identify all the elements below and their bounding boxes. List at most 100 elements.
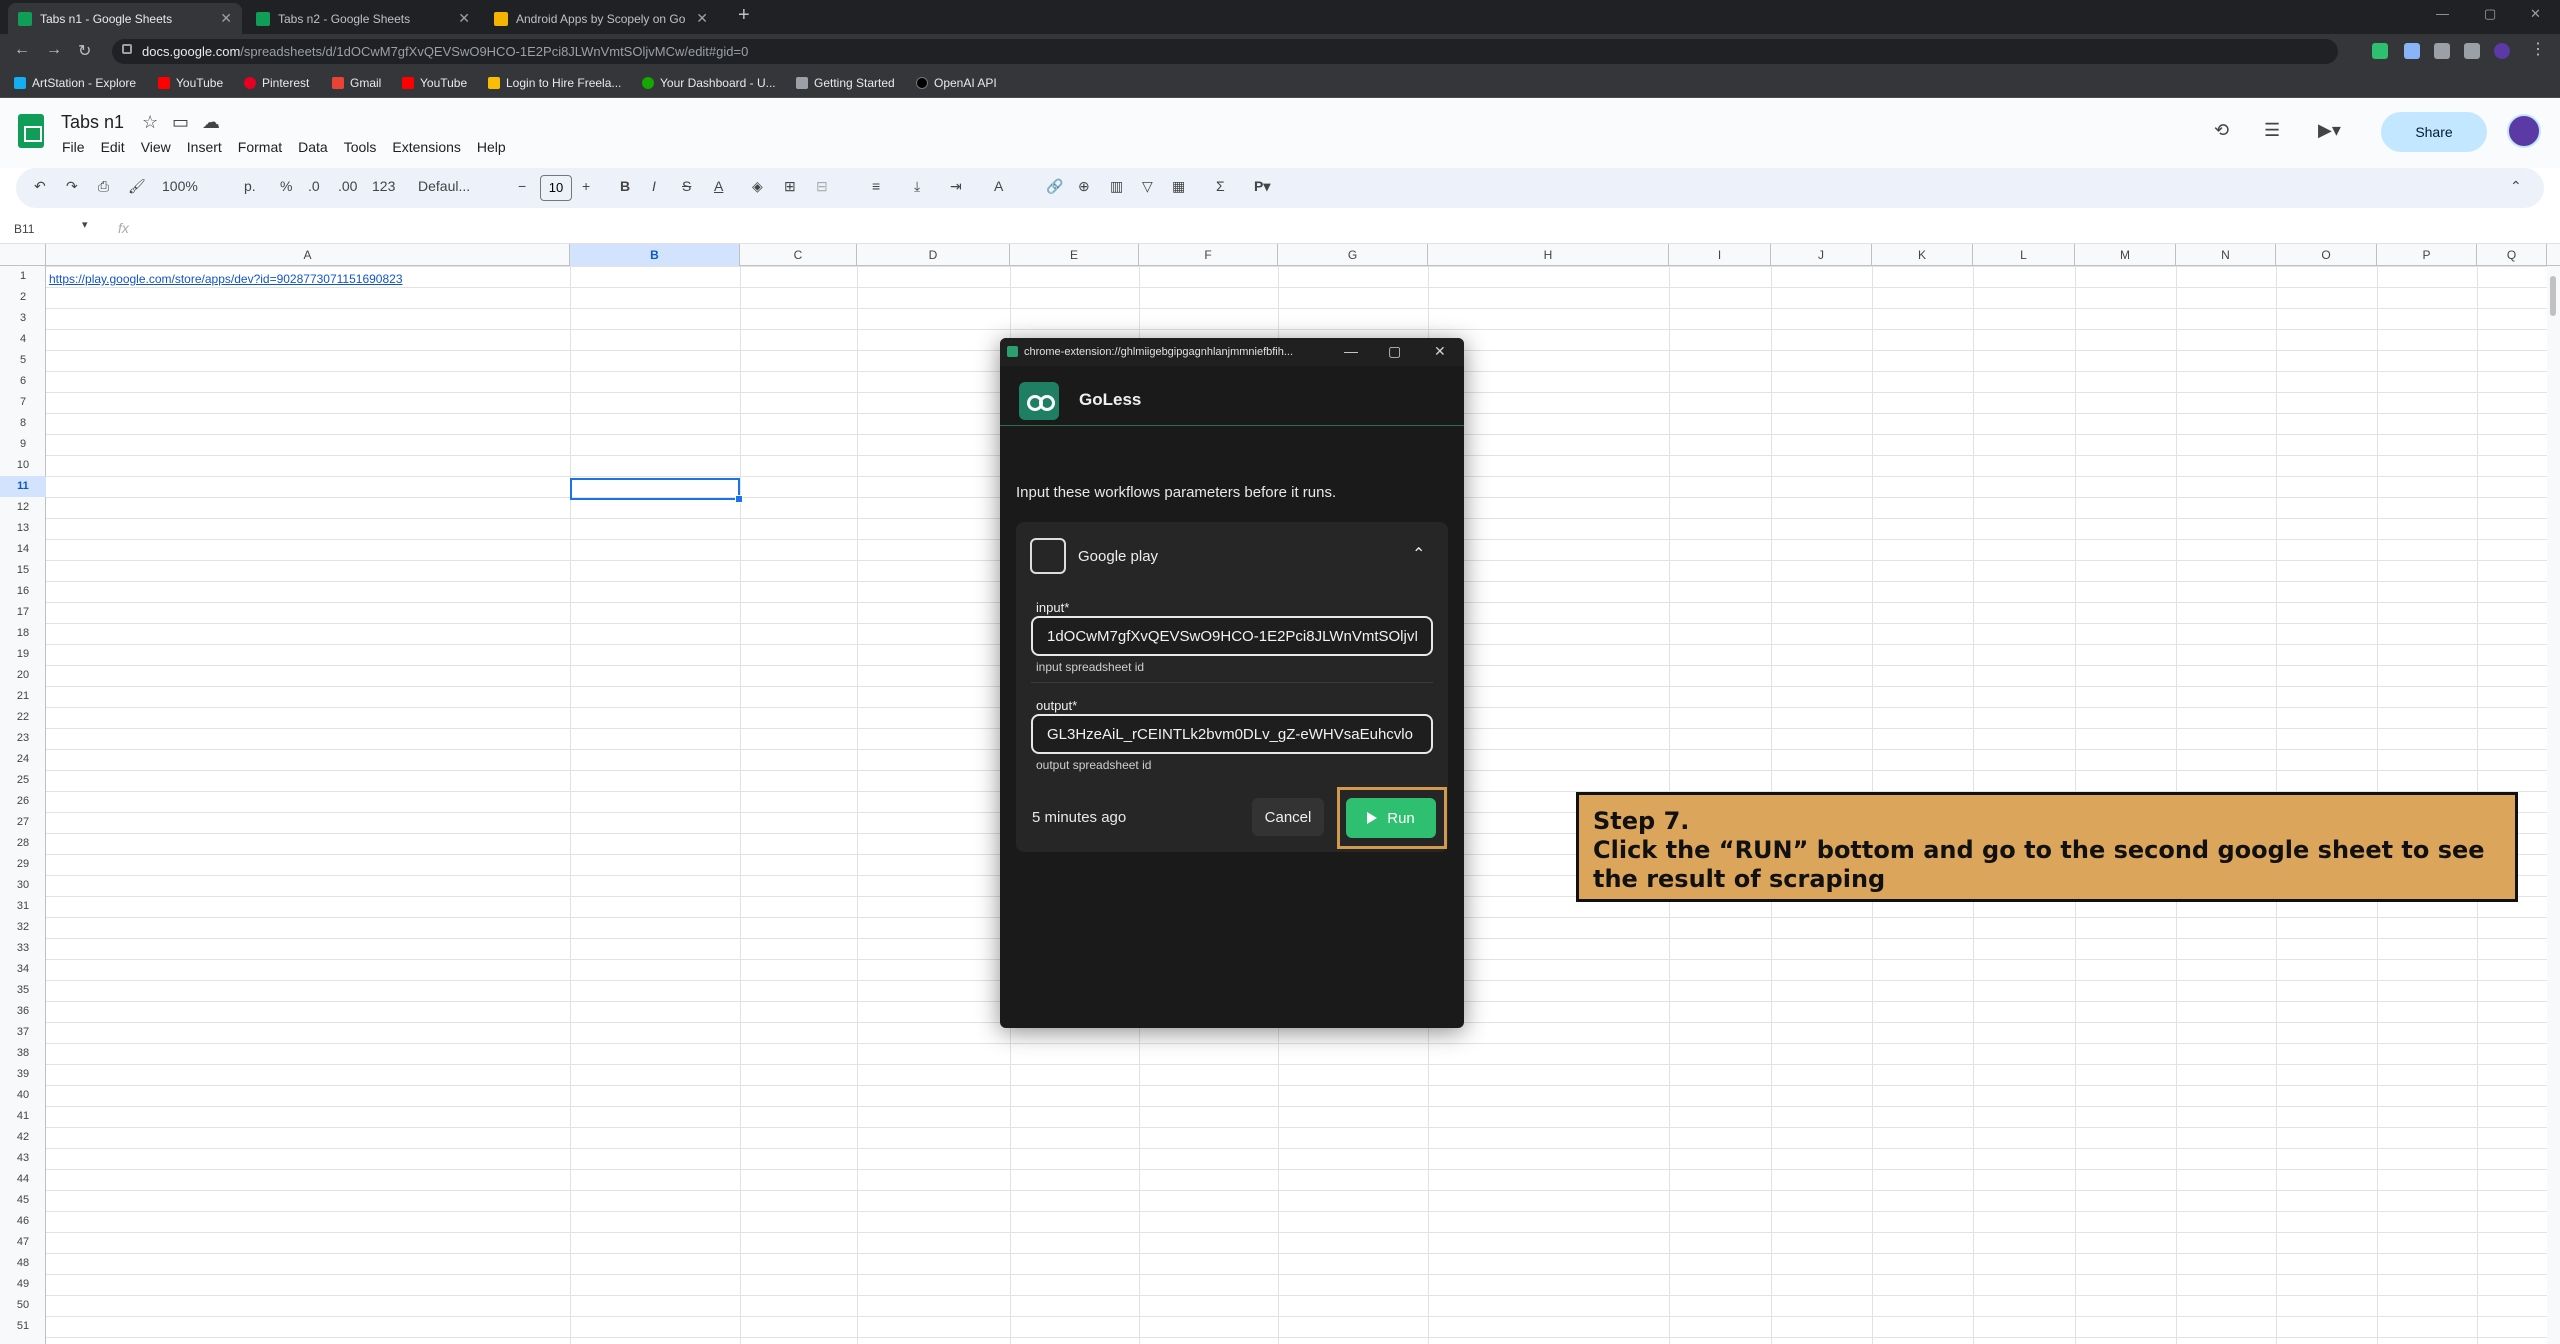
reload-icon[interactable]: ↻ (78, 41, 91, 61)
row-header-2[interactable]: 2 (0, 287, 46, 308)
tab-sheets-n1[interactable]: Tabs n1 - Google Sheets ✕ (8, 3, 242, 34)
profile-icon[interactable] (2494, 43, 2510, 59)
name-box[interactable]: B11 (14, 222, 34, 236)
row-header-23[interactable]: 23 (0, 728, 46, 749)
menu-edit[interactable]: Edit (101, 139, 125, 155)
currency-format-button[interactable]: p. (244, 178, 256, 194)
document-title[interactable]: Tabs n1 (61, 112, 124, 133)
tab-sheets-n2[interactable]: Tabs n2 - Google Sheets ✕ (246, 3, 480, 34)
kebab-menu-icon[interactable]: ⋮ (2530, 39, 2546, 59)
back-icon[interactable]: ← (14, 41, 30, 59)
row-header-11[interactable]: 11 (0, 476, 46, 497)
avatar[interactable] (2507, 114, 2541, 148)
row-header-20[interactable]: 20 (0, 665, 46, 686)
close-window-icon[interactable]: ✕ (2530, 6, 2541, 22)
row-header-7[interactable]: 7 (0, 392, 46, 413)
row-header-36[interactable]: 36 (0, 1001, 46, 1022)
link-icon[interactable]: 🔗 (1046, 178, 1063, 195)
align-vertical-icon[interactable]: ⤓ (914, 178, 920, 195)
row-header-14[interactable]: 14 (0, 539, 46, 560)
font-size-input[interactable]: 10 (540, 175, 572, 201)
history-icon[interactable]: ⟲ (2214, 120, 2229, 141)
selected-cell-b11[interactable] (570, 478, 743, 503)
star-icon[interactable]: ☆ (142, 112, 158, 133)
font-select[interactable]: Defaul... (418, 178, 470, 194)
print-icon[interactable]: ⎙ (98, 178, 109, 195)
text-color-icon[interactable]: A (714, 178, 723, 194)
text-rotate-icon[interactable]: A (994, 178, 1003, 194)
filter-icon[interactable]: ▽ (1142, 178, 1153, 195)
close-tab-icon[interactable]: ✕ (220, 10, 232, 27)
col-header-c[interactable]: C (740, 244, 857, 266)
close-tab-icon[interactable]: ✕ (696, 10, 708, 27)
strikethrough-icon[interactable]: S (682, 178, 691, 194)
maximize-icon[interactable]: ▢ (2484, 6, 2496, 22)
row-header-5[interactable]: 5 (0, 350, 46, 371)
row-header-16[interactable]: 16 (0, 581, 46, 602)
sheets-logo-icon[interactable] (18, 114, 44, 148)
extension-icon[interactable] (2404, 43, 2420, 59)
run-button[interactable]: Run (1346, 798, 1436, 838)
paint-format-icon[interactable]: 🖌 (128, 178, 146, 195)
more-formats-button[interactable]: 123 (372, 178, 395, 194)
col-header-h[interactable]: H (1428, 244, 1669, 266)
comments-icon[interactable]: ☰ (2264, 120, 2280, 141)
row-header-26[interactable]: 26 (0, 791, 46, 812)
share-button[interactable]: Share (2381, 112, 2487, 152)
forward-icon[interactable]: → (46, 41, 62, 59)
increase-font-icon[interactable]: + (582, 178, 590, 194)
menu-help[interactable]: Help (477, 139, 506, 155)
fill-color-icon[interactable]: ◈ (752, 178, 763, 195)
bookmark-item[interactable]: ArtStation - Explore (14, 75, 136, 91)
menu-data[interactable]: Data (298, 139, 328, 155)
bookmark-item[interactable]: Your Dashboard - U... (642, 75, 776, 91)
row-header-41[interactable]: 41 (0, 1106, 46, 1127)
col-header-i[interactable]: I (1669, 244, 1771, 266)
comment-icon[interactable]: ⊕ (1078, 178, 1090, 195)
url-field[interactable]: docs.google.com/spreadsheets/d/1dOCwM7gf… (112, 39, 2338, 64)
row-header-50[interactable]: 50 (0, 1295, 46, 1316)
row-header-18[interactable]: 18 (0, 623, 46, 644)
menu-file[interactable]: File (62, 139, 85, 155)
col-header-k[interactable]: K (1872, 244, 1973, 266)
row-header-46[interactable]: 46 (0, 1211, 46, 1232)
cancel-button[interactable]: Cancel (1252, 798, 1324, 836)
row-header-4[interactable]: 4 (0, 329, 46, 350)
row-header-39[interactable]: 39 (0, 1064, 46, 1085)
col-header-j[interactable]: J (1771, 244, 1872, 266)
row-header-8[interactable]: 8 (0, 413, 46, 434)
row-header-28[interactable]: 28 (0, 833, 46, 854)
row-header-17[interactable]: 17 (0, 602, 46, 623)
row-header-10[interactable]: 10 (0, 455, 46, 476)
row-header-34[interactable]: 34 (0, 959, 46, 980)
row-header-15[interactable]: 15 (0, 560, 46, 581)
row-header-40[interactable]: 40 (0, 1085, 46, 1106)
row-header-49[interactable]: 49 (0, 1274, 46, 1295)
bookmark-item[interactable]: OpenAI API (916, 75, 997, 91)
meet-icon[interactable]: ▶▾ (2318, 120, 2341, 141)
col-header-m[interactable]: M (2075, 244, 2176, 266)
menu-tools[interactable]: Tools (344, 139, 377, 155)
row-header-13[interactable]: 13 (0, 518, 46, 539)
chevron-up-icon[interactable]: ⌃ (1412, 544, 1425, 564)
goless-extension-icon[interactable] (2372, 43, 2388, 59)
select-all-corner[interactable] (0, 244, 46, 266)
bookmark-item[interactable]: Login to Hire Freela... (488, 75, 621, 91)
scrollbar-thumb[interactable] (2550, 276, 2556, 316)
name-box-dropdown-icon[interactable]: ▾ (82, 218, 88, 231)
filter-views-icon[interactable]: ▦ (1172, 178, 1185, 195)
cell-a1-link[interactable]: https://play.google.com/store/apps/dev?i… (49, 272, 403, 286)
bookmark-item[interactable]: Pinterest (244, 75, 309, 91)
col-header-o[interactable]: O (2276, 244, 2377, 266)
menu-view[interactable]: View (141, 139, 171, 155)
bookmark-item[interactable]: YouTube (158, 75, 223, 91)
menu-extensions[interactable]: Extensions (392, 139, 460, 155)
row-header-21[interactable]: 21 (0, 686, 46, 707)
col-header-e[interactable]: E (1010, 244, 1139, 266)
bold-icon[interactable]: B (620, 178, 630, 194)
col-header-n[interactable]: N (2176, 244, 2276, 266)
row-header-51[interactable]: 51 (0, 1316, 46, 1337)
menu-format[interactable]: Format (238, 139, 282, 155)
row-header-45[interactable]: 45 (0, 1190, 46, 1211)
dialog-minimize-icon[interactable]: — (1344, 343, 1358, 359)
